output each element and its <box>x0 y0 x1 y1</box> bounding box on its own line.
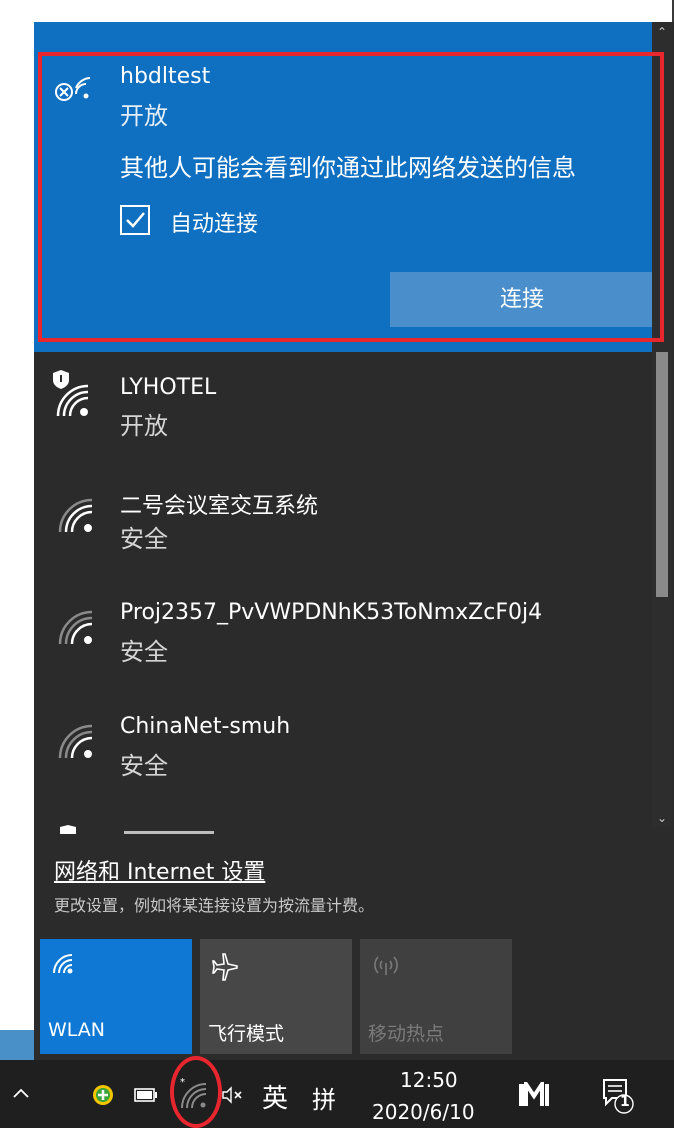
ime-language-indicator[interactable]: 英 <box>262 1078 288 1115</box>
highlight-box <box>38 52 664 342</box>
chevron-up-icon[interactable] <box>12 1086 30 1100</box>
security-app-icon[interactable] <box>92 1084 114 1106</box>
battery-icon[interactable] <box>134 1088 158 1102</box>
scrollbar-thumb[interactable] <box>656 352 668 597</box>
scroll-up-icon[interactable]: ⌃ <box>652 22 672 42</box>
mobile-hotspot-tile[interactable]: 移动热点 <box>360 939 512 1054</box>
airplane-mode-label: 飞行模式 <box>208 1023 285 1045</box>
network-status: 安全 <box>120 638 168 666</box>
wifi-icon <box>58 498 93 533</box>
volume-muted-icon[interactable] <box>222 1086 244 1104</box>
mobile-hotspot-label: 移动热点 <box>368 1023 445 1045</box>
wlan-tile[interactable]: WLAN <box>40 939 192 1054</box>
scroll-down-icon[interactable]: ⌄ <box>652 808 672 828</box>
network-name: LYHOTEL <box>120 375 217 400</box>
desktop-background <box>0 1030 34 1060</box>
network-settings-link[interactable]: 网络和 Internet 设置 <box>54 854 265 886</box>
wlan-label: WLAN <box>48 1019 106 1041</box>
network-status: 安全 <box>120 525 168 553</box>
hotspot-icon <box>374 956 398 975</box>
wifi-shield-icon <box>53 370 89 417</box>
airplane-icon <box>212 953 238 981</box>
clock-date[interactable]: 2020/6/10 <box>372 1100 475 1124</box>
partial-network-icon <box>60 825 214 834</box>
network-item-partial[interactable] <box>58 822 318 834</box>
wifi-icon <box>53 954 73 974</box>
network-name: 二号会议室交互系统 <box>120 494 319 519</box>
network-status: 开放 <box>120 412 168 440</box>
app-logo-icon[interactable] <box>518 1082 550 1108</box>
network-name: ChinaNet-smuh <box>120 714 291 739</box>
network-settings-description: 更改设置，例如将某连接设置为按流量计费。 <box>54 896 375 915</box>
taskbar: * 英 拼 12:50 2020/6/10 1 <box>0 1060 674 1128</box>
notification-count-badge: 1 <box>620 1094 630 1110</box>
ime-mode-indicator[interactable]: 拼 <box>312 1080 336 1115</box>
network-name: Proj2357_PvVWPDNhK53ToNmxZcF0j4 <box>120 600 543 625</box>
network-status: 安全 <box>120 752 168 780</box>
wifi-icon <box>58 610 93 645</box>
highlight-circle <box>170 1056 222 1128</box>
airplane-mode-tile[interactable]: 飞行模式 <box>200 939 352 1054</box>
clock-time[interactable]: 12:50 <box>400 1068 458 1092</box>
wifi-icon <box>58 724 93 759</box>
